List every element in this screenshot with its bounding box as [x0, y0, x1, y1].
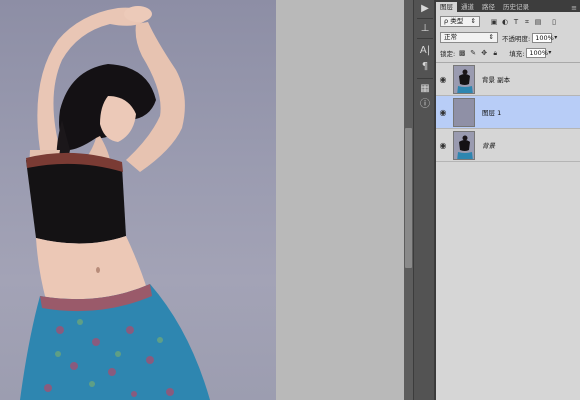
dock-separator: [417, 18, 433, 19]
photoshop-window: ▶ ⊥ A| ¶ ▦ ⓘ 图层 通道 路径 历史记录 ≡ ρ 类型 ⇕ ▣ ◐ …: [0, 0, 580, 400]
document-canvas[interactable]: [0, 0, 405, 400]
layers-panel: 图层 通道 路径 历史记录 ≡ ρ 类型 ⇕ ▣ ◐ T ⌗ ▤ ▯ 正常 ⇕ …: [435, 0, 580, 400]
dock-separator: [417, 38, 433, 39]
eye-icon[interactable]: ◉: [436, 141, 450, 150]
dock-separator: [417, 78, 433, 79]
play-icon[interactable]: ▶: [417, 2, 433, 16]
layer-thumbnail-transparent: [453, 97, 475, 127]
dropdown-arrow-icon: ⇕: [470, 17, 476, 25]
blend-mode-dropdown[interactable]: 正常 ⇕: [440, 32, 498, 43]
layer-row[interactable]: ◉ 背景 副本: [436, 63, 580, 96]
layer-name: 图层 1: [482, 109, 502, 117]
layers-empty-area: [436, 162, 580, 400]
layer-name: 背景 副本: [482, 76, 511, 84]
panel-menu-icon[interactable]: ≡: [571, 4, 580, 12]
fill-slider-arrow-icon[interactable]: ▾: [548, 49, 551, 56]
shape-filter-icon[interactable]: ⌗: [523, 18, 531, 26]
smart-filter-icon[interactable]: ▤: [534, 18, 542, 26]
photo-image: [0, 0, 276, 400]
tab-layers[interactable]: 图层: [436, 2, 457, 12]
canvas-vertical-scrollbar[interactable]: [404, 0, 413, 400]
layer-thumbnail: [453, 64, 475, 94]
opacity-slider-arrow-icon[interactable]: ▾: [554, 34, 557, 41]
layer-thumbnail: [453, 130, 475, 160]
type-filter-icon[interactable]: T: [512, 18, 520, 26]
tab-channels[interactable]: 通道: [457, 2, 478, 12]
fill-field[interactable]: 100%: [526, 47, 548, 58]
fill-label: 填充:: [509, 49, 525, 58]
layer-row-selected[interactable]: ◉ 图层 1: [436, 96, 580, 129]
dropdown-arrow-icon: ⇕: [488, 33, 494, 41]
info-icon[interactable]: ⓘ: [417, 98, 433, 112]
stamp-icon[interactable]: ⊥: [417, 22, 433, 36]
image-filter-icon[interactable]: ▣: [490, 18, 498, 26]
panel-tabs: 图层 通道 路径 历史记录 ≡: [436, 0, 580, 12]
panel-dock: ▶ ⊥ A| ¶ ▦ ⓘ: [413, 0, 435, 400]
photo-illustration: [20, 6, 210, 400]
blend-mode-value: 正常: [444, 33, 457, 41]
paragraph-icon[interactable]: ¶: [417, 60, 433, 74]
character-icon[interactable]: A|: [417, 44, 433, 58]
lock-label: 锁定:: [440, 49, 456, 58]
layer-row[interactable]: ◉ 背景: [436, 129, 580, 162]
tab-paths[interactable]: 路径: [478, 2, 499, 12]
layer-name: 背景: [482, 142, 495, 150]
filter-type-label: ρ 类型: [444, 17, 464, 25]
scrollbar-thumb[interactable]: [405, 128, 412, 268]
lock-pixels-icon[interactable]: ✎: [469, 49, 477, 57]
lock-row: 锁定: ▩ ✎ ✥ 🔒︎ 填充: 100% ▾: [436, 46, 580, 59]
brush-preset-icon[interactable]: ▦: [417, 82, 433, 96]
filter-toggle-icon[interactable]: ▯: [550, 18, 558, 26]
lock-position-icon[interactable]: ✥: [480, 49, 488, 57]
eye-icon[interactable]: ◉: [436, 75, 450, 84]
eye-icon[interactable]: ◉: [436, 108, 450, 117]
opacity-label: 不透明度:: [502, 34, 531, 43]
filter-type-dropdown[interactable]: ρ 类型 ⇕: [440, 16, 480, 27]
opacity-field[interactable]: 100%: [532, 32, 554, 43]
filter-row: ρ 类型 ⇕ ▣ ◐ T ⌗ ▤ ▯: [436, 15, 580, 28]
blend-row: 正常 ⇕ 不透明度: 100% ▾: [436, 31, 580, 44]
adjustment-filter-icon[interactable]: ◐: [501, 18, 509, 26]
lock-all-icon[interactable]: 🔒︎: [491, 49, 499, 57]
tab-history[interactable]: 历史记录: [499, 2, 533, 12]
lock-transparent-icon[interactable]: ▩: [458, 49, 466, 57]
